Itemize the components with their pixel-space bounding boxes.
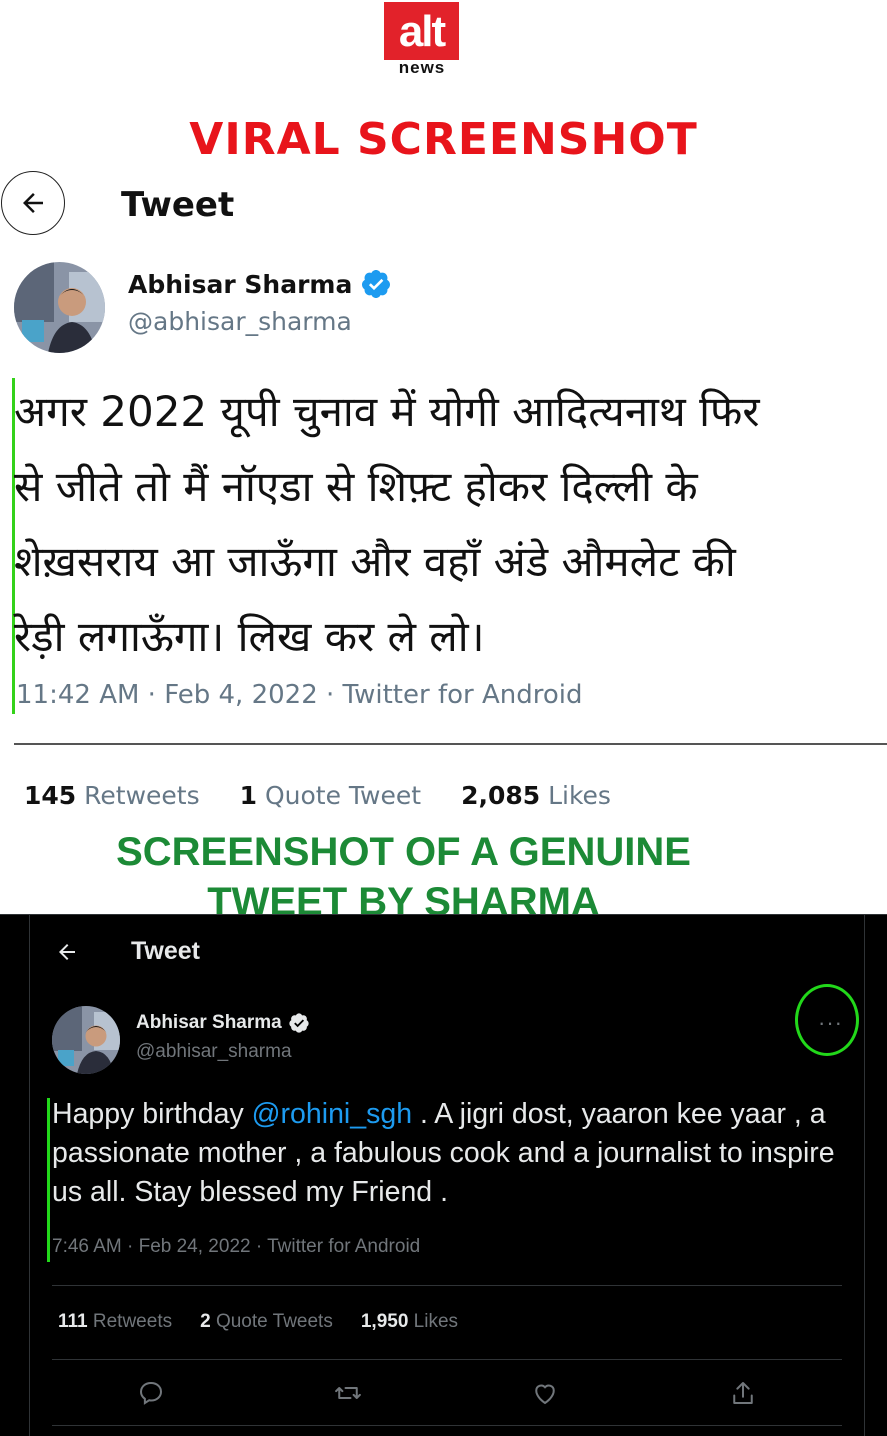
quotes-stat[interactable]: 2 Quote Tweets — [200, 1311, 333, 1333]
tweet-text-line: से जीते तो मैं नॉएडा से शिफ़्ट होकर दिल्… — [14, 462, 698, 511]
back-arrow-icon — [59, 944, 75, 960]
author-handle[interactable]: @abhisar_sharma — [136, 1041, 292, 1063]
mention-link[interactable]: @rohini_sgh — [252, 1098, 412, 1130]
retweet-icon — [335, 1387, 361, 1399]
viral-screenshot-label: VIRAL SCREENSHOT — [189, 114, 698, 165]
likes-label: Likes — [548, 781, 611, 810]
share-button[interactable] — [728, 1378, 758, 1408]
alt-news-logo: alt news — [384, 2, 460, 76]
quotes-count: 1 — [239, 781, 258, 810]
quotes-label: Quote Tweets — [215, 1311, 333, 1332]
divider — [52, 1359, 842, 1360]
retweets-stat[interactable]: 111 Retweets — [58, 1311, 172, 1333]
likes-count: 1,950 — [360, 1311, 409, 1332]
author-name[interactable]: Abhisar Sharma — [128, 270, 352, 299]
likes-stat[interactable]: 2,085 Likes — [461, 781, 611, 810]
back-arrow-icon — [23, 193, 43, 213]
retweets-label: Retweets — [92, 1311, 173, 1332]
quotes-count: 2 — [200, 1311, 211, 1332]
share-icon — [733, 1382, 753, 1404]
author-name[interactable]: Abhisar Sharma — [136, 1012, 282, 1034]
avatar[interactable] — [14, 262, 105, 353]
retweets-count: 111 — [58, 1311, 88, 1332]
column-border — [864, 914, 865, 1436]
genuine-screenshot-label: SCREENSHOT OF A GENUINE TWEET BY SHARMA — [0, 827, 807, 927]
page-title: Tweet — [121, 185, 235, 225]
tweet-timestamp: 7:46 AM · Feb 24, 2022 · Twitter for And… — [52, 1236, 421, 1257]
tweet-text-part: Happy birthday — [52, 1098, 252, 1130]
logo-alt-text: alt — [398, 7, 446, 56]
tweet-text-line: शेख़सराय आ जाऊँगा और वहाँ अंडे औमलेट की — [14, 537, 736, 586]
column-border — [29, 914, 30, 1436]
likes-count: 2,085 — [461, 781, 541, 810]
verified-badge-icon — [362, 270, 391, 298]
logo-news-text: news — [398, 58, 446, 77]
divider — [52, 1425, 842, 1426]
tweet-stats: 145 Retweets 1 Quote Tweet 2,085 Likes — [24, 781, 611, 810]
page-title: Tweet — [131, 937, 200, 965]
highlight-marker — [47, 1098, 50, 1262]
back-button[interactable] — [55, 940, 79, 969]
author-handle[interactable]: @abhisar_sharma — [128, 307, 352, 336]
retweets-stat[interactable]: 145 Retweets — [24, 781, 200, 810]
divider — [14, 743, 887, 745]
retweets-count: 145 — [24, 781, 77, 810]
verified-badge-icon — [289, 1013, 309, 1033]
reply-icon — [139, 1381, 163, 1405]
retweets-label: Retweets — [84, 781, 200, 810]
avatar[interactable] — [52, 1006, 120, 1074]
likes-label: Likes — [413, 1311, 459, 1332]
tweet-text-line: अगर 2022 यूपी चुनाव में योगी आदित्यनाथ फ… — [14, 387, 760, 436]
quotes-label: Quote Tweet — [264, 781, 422, 810]
tweet-text-line: रेड़ी लगाऊँगा। लिख कर ले लो। — [14, 612, 485, 661]
tweet-text: अगर 2022 यूपी चुनाव में योगी आदित्यनाथ फ… — [14, 374, 874, 674]
quotes-stat[interactable]: 1 Quote Tweet — [240, 781, 421, 810]
divider — [52, 1285, 842, 1286]
tweet-stats: 111 Retweets 2 Quote Tweets 1,950 Likes — [58, 1311, 458, 1333]
divider — [0, 914, 887, 915]
like-button[interactable] — [530, 1378, 560, 1408]
likes-stat[interactable]: 1,950 Likes — [361, 1311, 458, 1333]
tweet-timestamp: 11:42 AM · Feb 4, 2022 · Twitter for And… — [16, 680, 583, 710]
author-name-row: Abhisar Sharma — [128, 268, 392, 300]
more-icon[interactable]: ··· — [818, 1012, 843, 1034]
back-button[interactable] — [1, 171, 65, 235]
like-icon — [535, 1384, 555, 1405]
tweet-text: Happy birthday @rohini_sgh . A jigri dos… — [52, 1095, 842, 1212]
reply-button[interactable] — [136, 1378, 166, 1408]
genuine-label-line: SCREENSHOT OF A GENUINE — [116, 830, 691, 874]
author-name-row: Abhisar Sharma — [136, 1012, 310, 1034]
retweet-button[interactable] — [333, 1378, 363, 1408]
